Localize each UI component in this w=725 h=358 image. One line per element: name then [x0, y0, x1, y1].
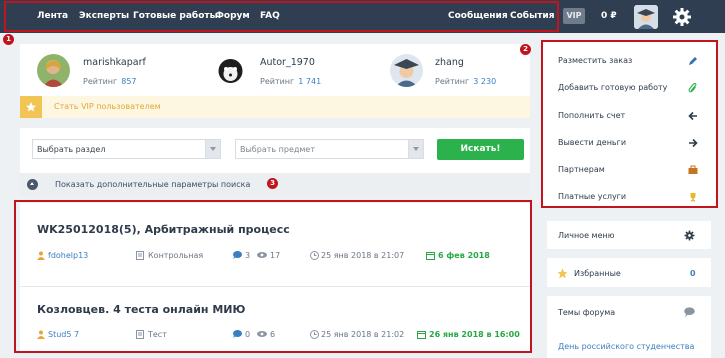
chevron-up-icon — [27, 179, 38, 190]
balance[interactable]: 0 ₽ — [601, 11, 617, 21]
chat-icon — [684, 307, 695, 317]
user-rating: Рейтинг 3 230 — [435, 77, 496, 86]
nav-highlight-box — [4, 1, 559, 32]
graduate-avatar-icon — [634, 5, 658, 29]
subject-select-value: Выбрать предмет — [240, 145, 316, 154]
withdraw-link[interactable]: Вывести деньги — [558, 138, 626, 147]
pencil-icon — [689, 57, 697, 65]
search-button[interactable]: Искать! — [437, 139, 524, 160]
forum-topics-label: Темы форума — [558, 308, 616, 317]
place-order-link[interactable]: Разместить заказ — [558, 56, 632, 65]
user-name[interactable]: marishkaparf — [83, 57, 146, 68]
vip-promo-link[interactable]: Стать VIP пользователем — [54, 102, 161, 111]
user-avatar[interactable] — [634, 5, 658, 29]
paperclip-icon — [688, 83, 697, 93]
marker-3: 3 — [267, 178, 278, 189]
user-rating: Рейтинг 1 741 — [260, 77, 321, 86]
subject-select[interactable]: Выбрать предмет — [235, 139, 424, 159]
actions-panel: Разместить заказ Добавить готовую работу… — [541, 40, 718, 208]
graduate-avatar-icon — [390, 54, 423, 87]
rating-value: 857 — [121, 77, 137, 86]
vip-star-box — [20, 96, 42, 118]
works-highlight-box — [14, 200, 532, 353]
favorites-box[interactable]: Избранные 0 — [547, 258, 711, 287]
personal-menu-label[interactable]: Личное меню — [558, 231, 614, 240]
briefcase-icon — [688, 165, 698, 174]
user-rating: Рейтинг 857 — [83, 77, 137, 86]
rating-value: 1 741 — [298, 77, 322, 86]
chevron-down-icon — [408, 140, 423, 158]
marker-1: 1 — [3, 34, 14, 45]
paid-services-link[interactable]: Платные услуги — [558, 192, 626, 201]
arrow-right-icon — [689, 138, 698, 148]
user-avatar-autor1970[interactable] — [214, 54, 247, 87]
rating-label: Рейтинг — [435, 77, 470, 86]
rating-value: 3 230 — [473, 77, 497, 86]
partners-link[interactable]: Партнерам — [558, 165, 605, 174]
add-work-link[interactable]: Добавить готовую работу — [558, 83, 667, 92]
forum-topics-box: Темы форума День российского студенчеств… — [547, 296, 711, 358]
chevron-down-icon — [205, 140, 220, 158]
arrow-left-icon — [688, 111, 697, 121]
user-name[interactable]: zhang — [435, 57, 464, 68]
more-search-params-link[interactable]: Показать дополнительные параметры поиска — [55, 180, 250, 189]
user-name[interactable]: Autor_1970 — [260, 57, 315, 68]
favorites-label[interactable]: Избранные — [574, 269, 621, 278]
user-avatar-zhang[interactable] — [390, 54, 423, 87]
top-users-panel: marishkaparf Рейтинг 857 Autor_1970 Рейти… — [20, 44, 530, 96]
rating-label: Рейтинг — [83, 77, 118, 86]
settings-gear-icon[interactable] — [684, 230, 695, 241]
rating-label: Рейтинг — [260, 77, 295, 86]
favorites-count: 0 — [690, 269, 696, 278]
star-icon — [26, 102, 36, 112]
forum-topic-link[interactable]: День российского студенчества — [558, 342, 694, 351]
photo-avatar-icon — [37, 54, 70, 87]
star-icon — [557, 268, 568, 279]
vip-badge[interactable]: VIP — [563, 8, 585, 24]
user-avatar-marishkaparf[interactable] — [37, 54, 70, 87]
section-select[interactable]: Выбрать раздел — [32, 139, 221, 159]
settings-gear-icon[interactable] — [672, 7, 692, 27]
panda-avatar-icon — [214, 54, 247, 87]
top-up-link[interactable]: Пополнить счет — [558, 111, 625, 120]
section-select-value: Выбрать раздел — [37, 145, 106, 154]
trophy-icon — [690, 193, 696, 202]
vip-promo-strip[interactable]: Стать VIP пользователем — [20, 96, 530, 118]
personal-menu-box[interactable]: Личное меню — [547, 221, 711, 249]
marker-2: 2 — [520, 44, 531, 55]
